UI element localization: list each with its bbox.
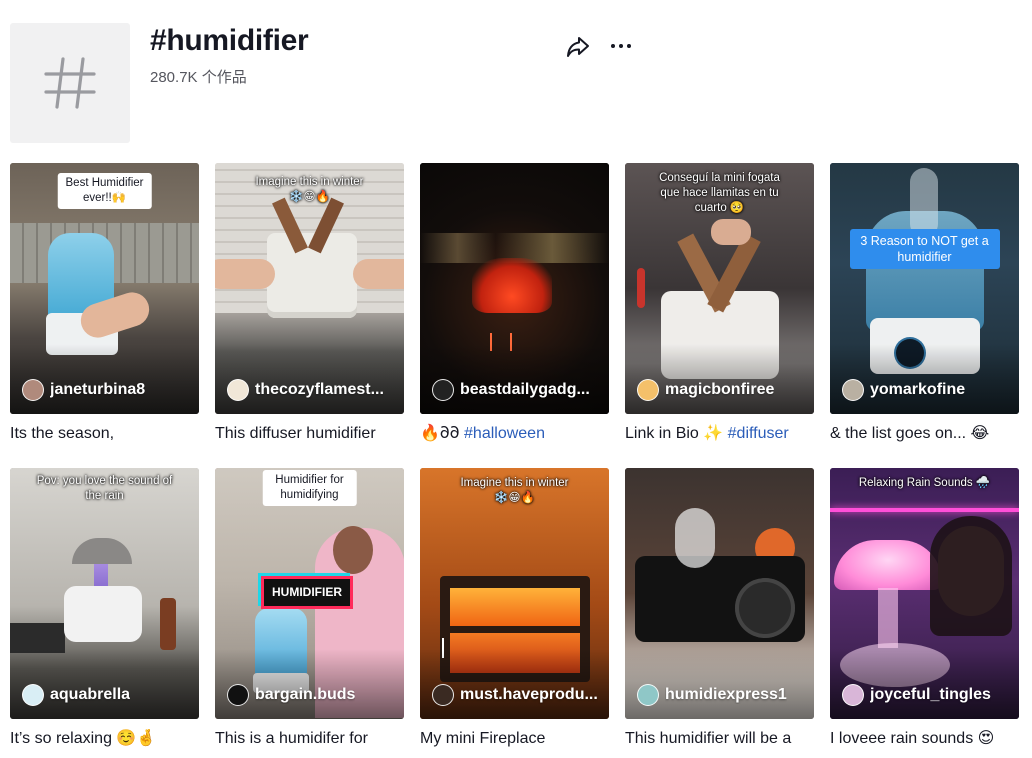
author-name: yomarkofine (870, 381, 966, 398)
video-author[interactable]: humidiexpress1 (637, 684, 787, 706)
video-overlay-label: HUMIDIFIER (261, 576, 353, 609)
video-caption[interactable]: This is a humidifer for (215, 728, 404, 750)
video-author[interactable]: magicbonfiree (637, 379, 774, 401)
video-overlay-text: Pov: you love the sound of the rain (36, 475, 173, 502)
caption-text: This diffuser humidifier (215, 425, 376, 442)
video-caption[interactable]: Its the season, (10, 423, 199, 445)
video-author[interactable]: bargain.buds (227, 684, 355, 706)
video-overlay-text: Imagine this in winter ❄️😁🔥 (460, 477, 569, 504)
author-name: beastdailygadg... (460, 381, 590, 398)
video-caption[interactable]: I loveee rain sounds 😍 (830, 728, 1019, 750)
video-caption[interactable]: This humidifier will be a (625, 728, 814, 750)
video-author[interactable]: must.haveprodu... (432, 684, 598, 706)
video-card[interactable]: 3 Reason to NOT get a humidifier yomarkof… (830, 163, 1019, 445)
video-overlay-text: Best Humidifier ever!!🙌 (57, 173, 152, 209)
author-name: humidiexpress1 (665, 686, 787, 703)
video-author[interactable]: beastdailygadg... (432, 379, 590, 401)
video-thumbnail[interactable]: Conseguí la mini fogata que hace llamita… (625, 163, 814, 414)
video-caption[interactable]: It’s so relaxing ☺️🤞 (10, 728, 199, 750)
share-button[interactable] (565, 34, 591, 60)
author-avatar (842, 379, 864, 401)
author-avatar (432, 684, 454, 706)
video-card[interactable]: Best Humidifier ever!!🙌 janeturbina8 Its t… (10, 163, 199, 445)
more-icon (611, 44, 615, 48)
video-count: 280.7K 个作品 (150, 69, 247, 86)
video-card[interactable]: Pov: you love the sound of the rain aquab… (10, 468, 199, 750)
author-avatar (842, 684, 864, 706)
video-caption[interactable]: & the list goes on... 😂 (830, 423, 1019, 445)
video-card[interactable]: Humidifier for humidifying HUMIDIFIER barg… (215, 468, 404, 750)
video-author[interactable]: aquabrella (22, 684, 130, 706)
author-name: magicbonfiree (665, 381, 775, 398)
video-card[interactable]: humidiexpress1 This humidifier will be a (625, 468, 814, 750)
author-avatar (227, 379, 249, 401)
more-options-button[interactable] (606, 34, 636, 58)
caption-text: This humidifier will be a (625, 730, 792, 747)
video-overlay-text: Humidifier for humidifying (262, 470, 357, 506)
share-icon (567, 37, 589, 57)
caption-text: I loveee rain sounds 😍 (830, 730, 995, 747)
video-author[interactable]: yomarkofine (842, 379, 965, 401)
video-author[interactable]: thecozyflamest... (227, 379, 384, 401)
caption-hashtag-link[interactable]: #diffuser (728, 425, 789, 442)
author-avatar (22, 684, 44, 706)
caption-hashtag-link[interactable]: #halloween (464, 425, 545, 442)
author-name: joyceful_tingles (870, 686, 991, 703)
video-caption[interactable]: 🔥𐐀𐐀 #halloween (420, 423, 609, 445)
video-author[interactable]: joyceful_tingles (842, 684, 991, 706)
video-caption[interactable]: This diffuser humidifier (215, 423, 404, 445)
caption-text: 🔥𐐀𐐀 (420, 425, 465, 442)
caption-text: Its the season, (10, 425, 115, 442)
author-name: bargain.buds (255, 686, 356, 703)
caption-text: It’s so relaxing ☺️🤞 (10, 730, 157, 747)
caption-text: & the list goes on... 😂 (830, 425, 990, 442)
caption-text: Link in Bio ✨ (625, 425, 728, 442)
video-thumbnail[interactable]: 3 Reason to NOT get a humidifier yomarkof… (830, 163, 1019, 414)
video-card[interactable]: Imagine this in winter ❄️😁🔥 thecozyflames… (215, 163, 404, 445)
author-name: thecozyflamest... (255, 381, 384, 398)
video-thumbnail[interactable]: Relaxing Rain Sounds 🌧️ joyceful_tingles (830, 468, 1019, 719)
author-avatar (22, 379, 44, 401)
video-caption[interactable]: My mini Fireplace (420, 728, 609, 750)
video-overlay-text: 3 Reason to NOT get a humidifier (849, 229, 1000, 269)
video-thumbnail[interactable]: Humidifier for humidifying HUMIDIFIER barg… (215, 468, 404, 719)
video-thumbnail[interactable]: Imagine this in winter ❄️😁🔥 thecozyflames… (215, 163, 404, 414)
video-caption[interactable]: Link in Bio ✨ #diffuser (625, 423, 814, 445)
video-card[interactable]: Relaxing Rain Sounds 🌧️ joyceful_tingles I… (830, 468, 1019, 750)
video-thumbnail[interactable]: humidiexpress1 (625, 468, 814, 719)
caption-text: This is a humidifer for (215, 730, 368, 747)
hashtag-icon (44, 57, 96, 109)
video-thumbnail[interactable]: Pov: you love the sound of the rain aquab… (10, 468, 199, 719)
video-card[interactable]: Imagine this in winter ❄️😁🔥 must.haveprod… (420, 468, 609, 750)
video-overlay-text: Relaxing Rain Sounds 🌧️ (858, 477, 991, 489)
video-author[interactable]: janeturbina8 (22, 379, 145, 401)
author-avatar (637, 379, 659, 401)
author-avatar (637, 684, 659, 706)
author-avatar (227, 684, 249, 706)
video-thumbnail[interactable]: beastdailygadg... (420, 163, 609, 414)
author-name: must.haveprodu... (460, 686, 598, 703)
author-name: aquabrella (50, 686, 131, 703)
video-card[interactable]: Conseguí la mini fogata que hace llamita… (625, 163, 814, 445)
video-overlay-text: Imagine this in winter ❄️😁🔥 (255, 176, 364, 203)
video-overlay-text: Conseguí la mini fogata que hace llamita… (659, 172, 780, 214)
video-thumbnail[interactable]: Best Humidifier ever!!🙌 janeturbina8 (10, 163, 199, 414)
hashtag-avatar (10, 23, 130, 143)
author-avatar (432, 379, 454, 401)
author-name: janeturbina8 (50, 381, 146, 398)
caption-text: My mini Fireplace (420, 730, 546, 747)
video-card[interactable]: beastdailygadg... 🔥𐐀𐐀 #halloween (420, 163, 609, 445)
page-title: #humidifier (150, 24, 309, 57)
video-thumbnail[interactable]: Imagine this in winter ❄️😁🔥 must.haveprod… (420, 468, 609, 719)
